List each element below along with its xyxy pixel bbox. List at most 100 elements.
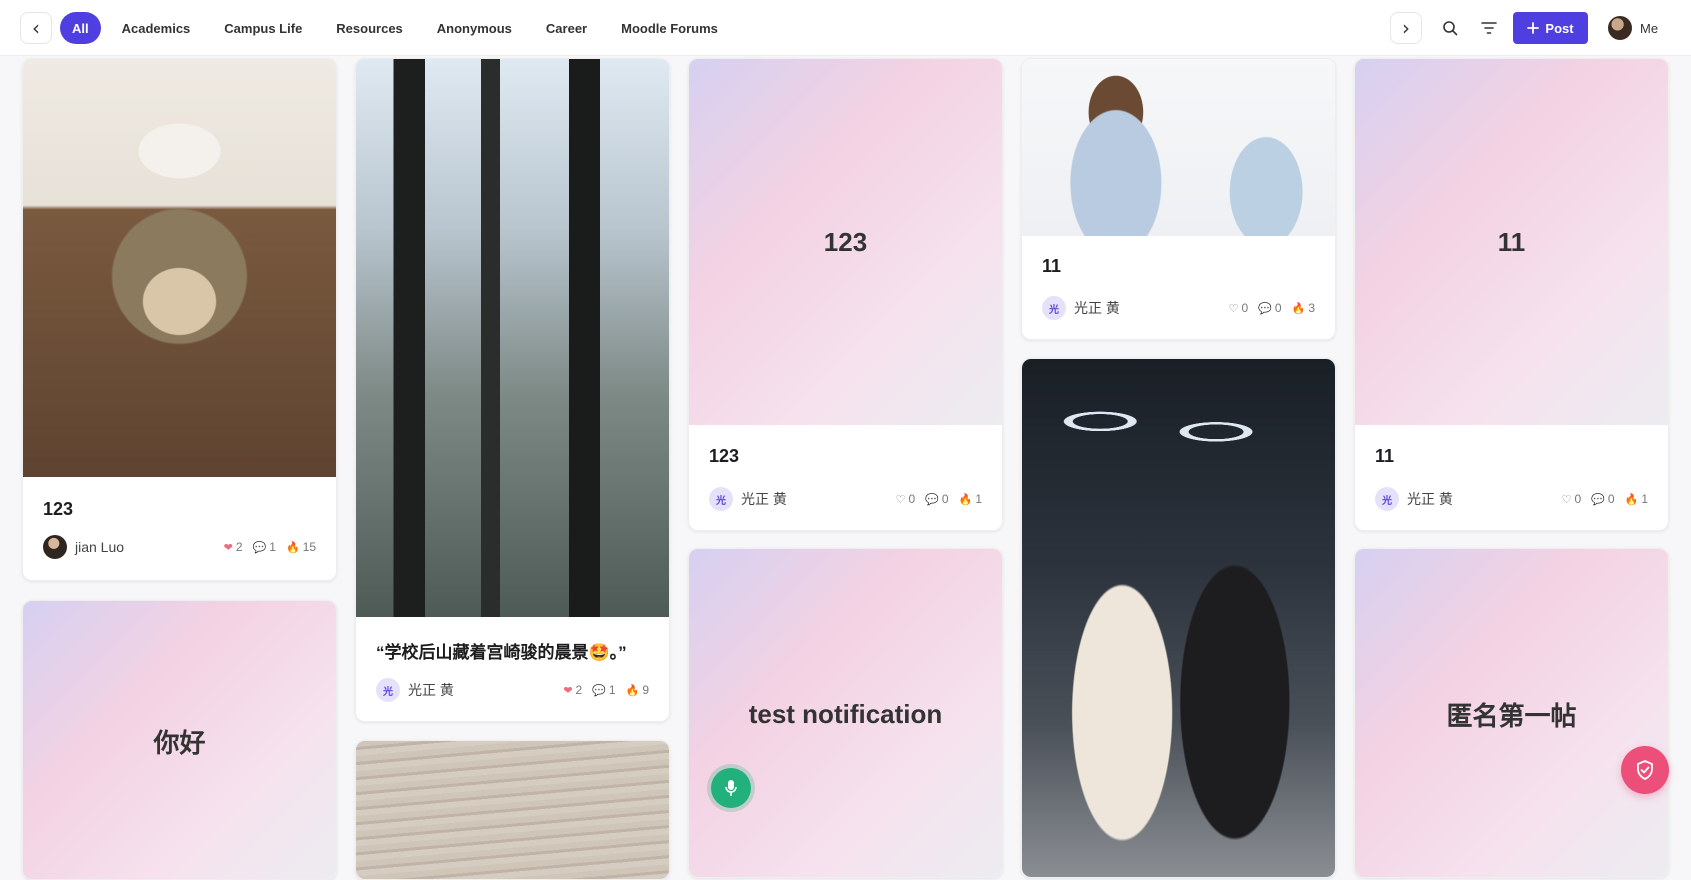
heart-icon: ❤	[563, 683, 573, 697]
flame-icon: 🔥	[625, 683, 640, 697]
comment-icon: 💬	[252, 540, 267, 554]
tab-moodle-forums[interactable]: Moodle Forums	[604, 12, 735, 44]
comment-count[interactable]: 💬 0	[925, 492, 948, 506]
post-card[interactable]: test notification	[688, 548, 1003, 878]
post-cover-text: 你好	[153, 727, 206, 758]
post-button-label: Post	[1545, 20, 1574, 36]
heart-outline-icon: ♡	[895, 492, 906, 506]
post-meta: jian Luo ❤ 2 💬 1 🔥 15	[43, 535, 316, 559]
comment-count[interactable]: 💬 1	[592, 683, 615, 697]
like-count[interactable]: ❤ 2	[224, 540, 243, 554]
post-image	[1022, 59, 1335, 236]
scroll-left-button[interactable]: ‹	[20, 12, 52, 44]
post-cover: test notification	[689, 549, 1002, 877]
post-card[interactable]: 123 123 光 光正 黄 ♡ 0 💬 0 🔥 1	[688, 58, 1003, 531]
post-cover: 11	[1355, 59, 1668, 425]
post-cover-text: 11	[1497, 226, 1526, 257]
flame-icon: 🔥	[285, 540, 300, 554]
like-count[interactable]: ♡ 0	[1229, 301, 1249, 315]
post-author: 光正 黄	[1407, 491, 1453, 507]
comment-icon: 💬	[592, 683, 606, 697]
top-bar: ‹ All Academics Campus Life Resources An…	[0, 0, 1691, 56]
microphone-icon	[725, 780, 737, 796]
avatar: 光	[1042, 296, 1066, 320]
post-image	[356, 59, 669, 617]
post-meta: 光 光正 黄 ♡ 0 💬 0 🔥 3	[1042, 296, 1315, 320]
avatar	[1608, 16, 1632, 40]
safety-button[interactable]	[1621, 746, 1669, 794]
chevron-right-icon: ›	[1402, 16, 1410, 40]
profile-menu[interactable]: Me	[1608, 15, 1658, 41]
avatar: 光	[1375, 487, 1399, 511]
comment-count[interactable]: 💬 1	[253, 540, 276, 554]
hot-count: 🔥 9	[625, 683, 649, 697]
comment-icon: 💬	[1258, 301, 1272, 315]
post-author: 光正 黄	[408, 682, 454, 698]
post-meta: 光 光正 黄 ♡ 0 💬 0 🔥 1	[1375, 487, 1648, 511]
post-author: 光正 黄	[741, 491, 787, 507]
flame-icon: 🔥	[958, 492, 973, 506]
post-title: 123	[43, 499, 74, 519]
post-author: jian Luo	[75, 539, 125, 555]
post-cover: 你好	[23, 601, 336, 879]
post-image	[23, 59, 336, 477]
heart-outline-icon: ♡	[1561, 492, 1572, 506]
post-meta: 光 光正 黄 ❤ 2 💬 1 🔥 9	[376, 678, 649, 702]
post-card[interactable]	[355, 740, 670, 880]
like-count[interactable]: ♡ 0	[896, 492, 916, 506]
post-card[interactable]: 匿名第一帖	[1354, 548, 1669, 878]
post-card[interactable]: 123 jian Luo ❤ 2 💬 1 🔥 15	[22, 58, 337, 581]
avatar: 光	[376, 678, 400, 702]
post-title: “学校后山藏着宫崎骏的晨景🤩。”	[376, 643, 627, 662]
hot-count: 🔥 15	[285, 540, 316, 554]
voice-input-button[interactable]	[711, 768, 751, 808]
flame-icon: 🔥	[1291, 301, 1306, 315]
post-card[interactable]: 你好	[22, 600, 337, 880]
shield-check-icon	[1637, 760, 1653, 780]
tab-resources[interactable]: Resources	[319, 12, 419, 44]
tab-campus-life[interactable]: Campus Life	[207, 12, 319, 44]
post-title: 11	[1375, 446, 1395, 466]
hot-count: 🔥 1	[1624, 492, 1648, 506]
post-image	[1022, 359, 1335, 877]
post-cover: 123	[689, 59, 1002, 425]
profile-label: Me	[1640, 20, 1659, 36]
post-button[interactable]: Post	[1513, 12, 1588, 44]
post-meta: 光 光正 黄 ♡ 0 💬 0 🔥 1	[709, 487, 982, 511]
post-title: 11	[1042, 256, 1062, 276]
like-count[interactable]: ♡ 0	[1562, 492, 1582, 506]
heart-icon: ❤	[223, 540, 233, 554]
heart-outline-icon: ♡	[1228, 301, 1239, 315]
avatar	[43, 535, 67, 559]
hot-count: 🔥 1	[958, 492, 982, 506]
post-cover-text: test notification	[748, 698, 943, 729]
tab-academics[interactable]: Academics	[105, 12, 208, 44]
plus-icon	[1527, 22, 1540, 34]
flame-icon: 🔥	[1624, 492, 1639, 506]
tab-career[interactable]: Career	[529, 12, 604, 44]
comment-icon: 💬	[925, 492, 939, 506]
hot-count: 🔥 3	[1291, 301, 1315, 315]
post-card[interactable]: 11 光 光正 黄 ♡ 0 💬 0 🔥 3	[1021, 58, 1336, 340]
post-title: 123	[709, 446, 740, 466]
filter-icon[interactable]	[1475, 14, 1503, 42]
post-cover-text: 123	[823, 226, 868, 257]
comment-icon: 💬	[1591, 492, 1605, 506]
search-icon[interactable]	[1436, 14, 1464, 42]
post-card[interactable]	[1021, 358, 1336, 878]
post-image	[356, 741, 669, 879]
post-cover: 匿名第一帖	[1355, 549, 1668, 877]
post-card[interactable]: 11 11 光 光正 黄 ♡ 0 💬 0 🔥 1	[1354, 58, 1669, 531]
tab-all[interactable]: All	[60, 12, 101, 44]
chevron-left-icon: ‹	[32, 16, 40, 40]
avatar: 光	[709, 487, 733, 511]
comment-count[interactable]: 💬 0	[1258, 301, 1281, 315]
tab-anonymous[interactable]: Anonymous	[420, 12, 529, 44]
post-card[interactable]: “学校后山藏着宫崎骏的晨景🤩。” 光 光正 黄 ❤ 2 💬 1 🔥 9	[355, 58, 670, 722]
scroll-right-button[interactable]: ›	[1390, 12, 1422, 44]
like-count[interactable]: ❤ 2	[563, 683, 582, 697]
category-tabs: All Academics Campus Life Resources Anon…	[60, 12, 735, 44]
post-author: 光正 黄	[1074, 300, 1120, 316]
comment-count[interactable]: 💬 0	[1591, 492, 1614, 506]
post-cover-text: 匿名第一帖	[1446, 700, 1577, 731]
